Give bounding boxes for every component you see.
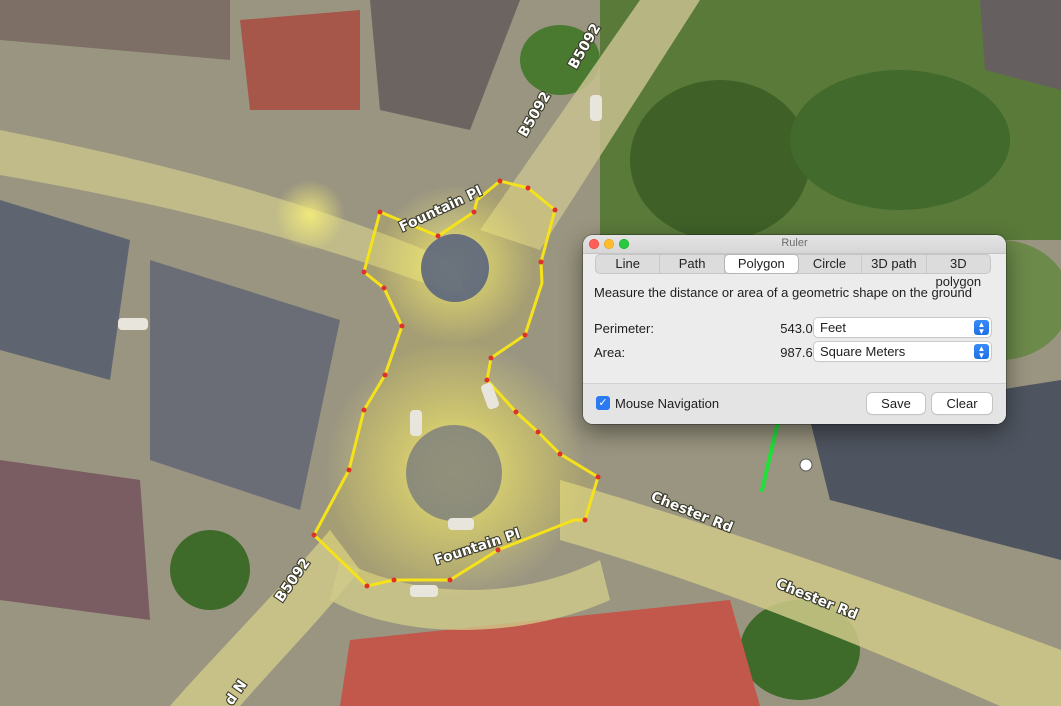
mouse-navigation-label[interactable]: Mouse Navigation bbox=[615, 396, 719, 411]
perimeter-row: Perimeter: 543.04 Feet ▲ ▼ bbox=[594, 318, 991, 338]
tab-polygon[interactable]: Polygon bbox=[724, 255, 798, 273]
bus-stop-icon[interactable] bbox=[799, 458, 813, 472]
tree-cluster bbox=[630, 80, 810, 240]
area-unit-value: Square Meters bbox=[820, 344, 906, 359]
building-roof bbox=[240, 10, 360, 110]
ruler-window[interactable]: Ruler Line Path Polygon Circle 3D path 3… bbox=[583, 235, 1006, 424]
measurement-type-tabs: Line Path Polygon Circle 3D path 3D poly… bbox=[595, 254, 991, 289]
mouse-navigation-checkbox[interactable]: ✓ bbox=[596, 396, 610, 410]
tab-path[interactable]: Path bbox=[660, 255, 725, 273]
window-footer: ✓ Mouse Navigation Save Clear bbox=[583, 383, 1006, 424]
perimeter-unit-value: Feet bbox=[820, 320, 847, 335]
description-text: Measure the distance or area of a geomet… bbox=[594, 285, 972, 300]
area-unit-select[interactable]: Square Meters ▲ ▼ bbox=[814, 342, 991, 361]
area-row: Area: 987.63 Square Meters ▲ ▼ bbox=[594, 342, 991, 362]
chevron-updown-icon: ▲ ▼ bbox=[974, 344, 989, 360]
tab-3d-polygon[interactable]: 3D polygon bbox=[927, 255, 990, 289]
chevron-updown-icon: ▲ ▼ bbox=[974, 320, 989, 336]
window-titlebar[interactable]: Ruler bbox=[583, 235, 1006, 254]
perimeter-unit-select[interactable]: Feet ▲ ▼ bbox=[814, 318, 991, 337]
building-roof bbox=[0, 460, 150, 620]
tab-3d-path[interactable]: 3D path bbox=[862, 255, 927, 273]
tab-circle[interactable]: Circle bbox=[798, 255, 863, 273]
tree-cluster bbox=[790, 70, 1010, 210]
area-label: Area: bbox=[594, 345, 626, 360]
perimeter-label: Perimeter: bbox=[594, 321, 654, 336]
tree-cluster bbox=[170, 530, 250, 610]
clear-button[interactable]: Clear bbox=[932, 393, 992, 414]
window-title: Ruler bbox=[781, 237, 808, 249]
tab-line[interactable]: Line bbox=[596, 255, 661, 273]
save-button[interactable]: Save bbox=[867, 393, 925, 414]
highlight-glow bbox=[275, 180, 345, 250]
